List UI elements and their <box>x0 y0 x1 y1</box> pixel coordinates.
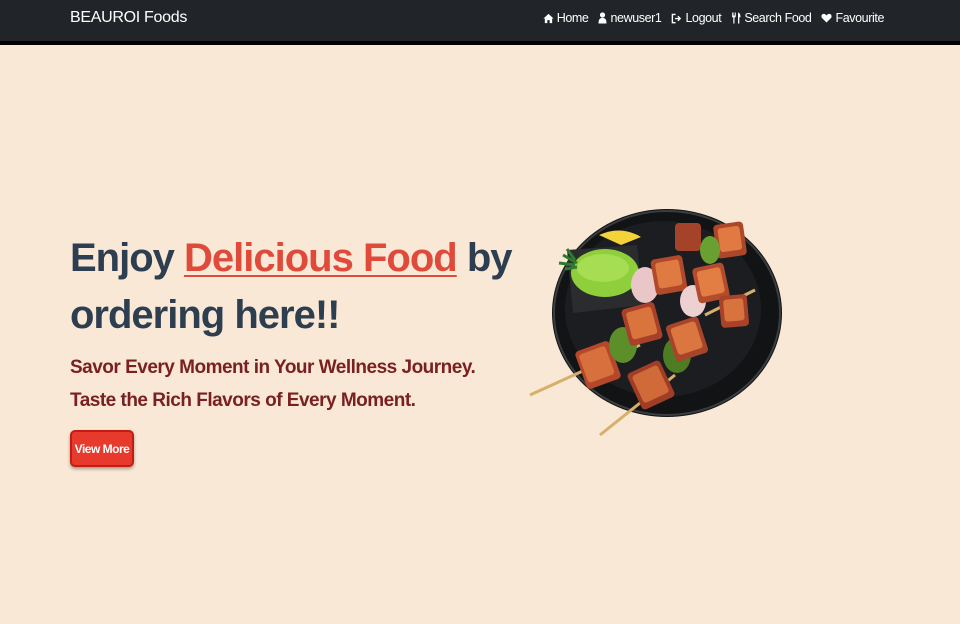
nav-home[interactable]: Home <box>543 11 589 25</box>
navbar: BEAUROI Foods Home newuser1 Logout Searc… <box>0 0 960 45</box>
home-icon <box>543 13 554 23</box>
hero-title-highlight: Delicious Food <box>184 236 458 280</box>
hero-title: Enjoy Delicious Food by ordering here!! <box>70 230 530 344</box>
nav-favourite-label: Favourite <box>835 11 884 25</box>
hero-subtitle: Savor Every Moment in Your Wellness Jour… <box>70 357 476 411</box>
view-more-button[interactable]: View More <box>70 430 134 467</box>
heart-icon <box>821 13 833 23</box>
food-image <box>525 205 790 445</box>
nav-user-label: newuser1 <box>610 11 662 25</box>
nav-search-food[interactable]: Search Food <box>731 11 812 25</box>
nav-search-food-label: Search Food <box>744 11 812 25</box>
logout-icon <box>672 13 682 23</box>
nav-logout[interactable]: Logout <box>671 11 722 25</box>
hero-title-prefix: Enjoy <box>70 236 185 280</box>
nav-user[interactable]: newuser1 <box>598 11 662 25</box>
brand-logo[interactable]: BEAUROI Foods <box>70 9 187 27</box>
user-icon <box>598 12 607 24</box>
paneer-tikka-plate-image <box>529 209 782 437</box>
nav-home-label: Home <box>556 11 589 25</box>
nav-favourite[interactable]: Favourite <box>821 11 884 25</box>
nav-links: Home newuser1 Logout Search Food Favouri… <box>543 11 884 25</box>
nav-logout-label: Logout <box>685 11 722 25</box>
utensils-icon <box>732 12 741 24</box>
